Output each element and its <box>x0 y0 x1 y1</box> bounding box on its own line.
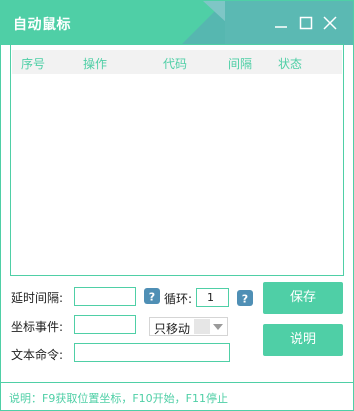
title-bar[interactable]: 自动鼠标 <box>1 1 353 45</box>
delay-label: 延时间隔: <box>11 291 64 305</box>
maximize-button[interactable] <box>298 15 314 31</box>
loop-label: 循环: <box>164 292 193 306</box>
text-command-label: 文本命令: <box>11 348 64 362</box>
list-header: 序号 操作 代码 间隔 状态 <box>12 50 342 74</box>
delay-input[interactable] <box>74 287 136 306</box>
minimize-button[interactable] <box>273 15 289 31</box>
column-header-index[interactable]: 序号 <box>21 55 45 72</box>
text-command-input[interactable] <box>74 343 230 362</box>
column-header-code[interactable]: 代码 <box>163 55 187 72</box>
event-type-selected: 只移动 <box>154 322 191 336</box>
maximize-icon <box>299 16 313 30</box>
column-header-interval[interactable]: 间隔 <box>228 55 252 72</box>
event-label: 坐标事件: <box>11 320 64 334</box>
svg-text:?: ? <box>149 291 155 304</box>
loop-count-input[interactable]: 1 <box>196 288 229 307</box>
app-window: 自动鼠标 序号 操作 代码 间隔 状态 延时间隔: ? 循环: 1 ? 坐标事件… <box>0 0 354 411</box>
close-icon <box>323 16 337 30</box>
window-title: 自动鼠标 <box>13 17 71 33</box>
column-header-action[interactable]: 操作 <box>83 55 107 72</box>
close-button[interactable] <box>322 15 338 31</box>
minimize-icon <box>275 26 287 28</box>
svg-text:?: ? <box>242 293 248 306</box>
status-text: 说明：F9获取位置坐标，F10开始，F11停止 <box>9 392 228 405</box>
help-icon[interactable]: ? <box>237 290 253 306</box>
select-shade <box>194 319 210 334</box>
event-type-select[interactable]: 只移动 <box>149 317 228 336</box>
coordinate-event-input[interactable] <box>74 315 136 334</box>
action-list[interactable]: 序号 操作 代码 间隔 状态 <box>10 44 344 276</box>
help-icon[interactable]: ? <box>144 288 160 304</box>
chevron-down-icon[interactable] <box>213 324 223 330</box>
column-header-status[interactable]: 状态 <box>278 55 302 72</box>
save-button[interactable]: 保存 <box>263 282 343 314</box>
status-bar: 说明：F9获取位置坐标，F10开始，F11停止 <box>1 382 353 410</box>
help-button[interactable]: 说明 <box>263 324 343 356</box>
